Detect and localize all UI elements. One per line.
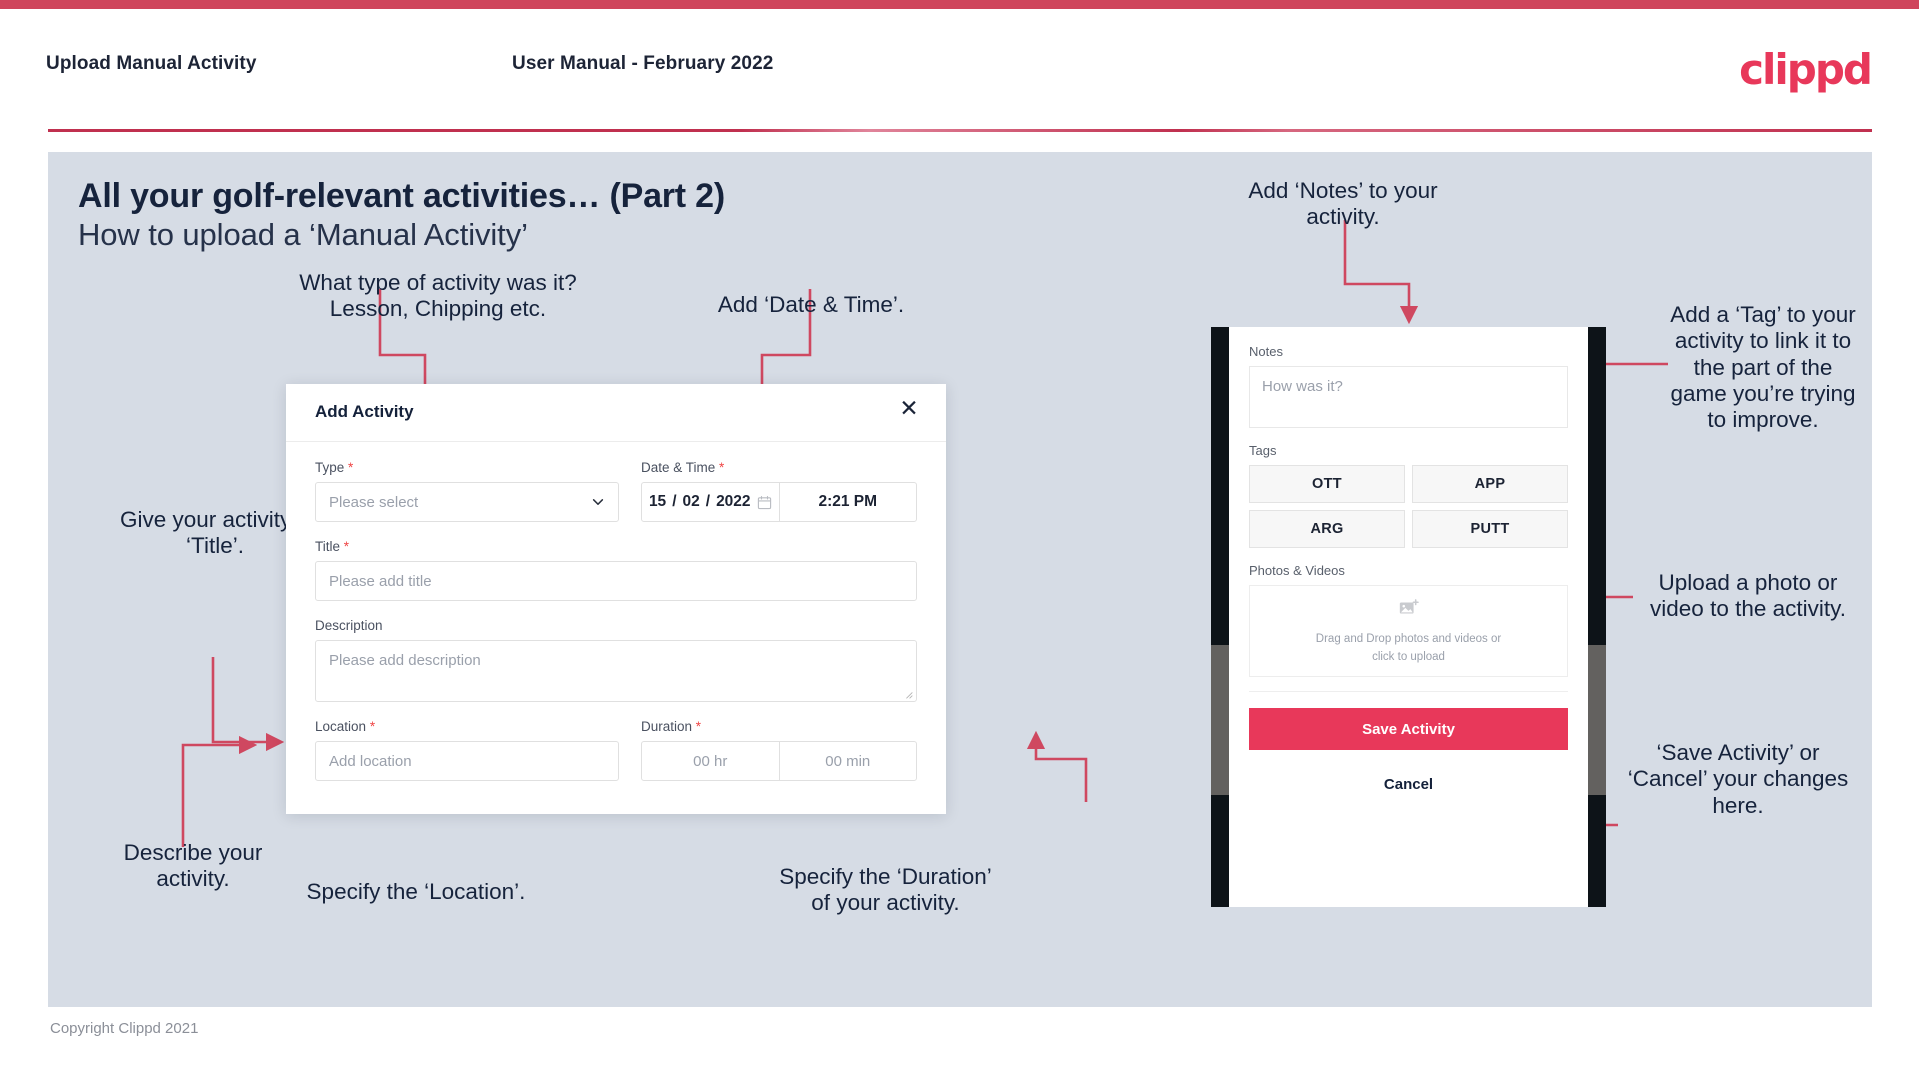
annotation-upload: Upload a photo or video to the activity.	[1650, 570, 1846, 622]
location-input[interactable]: Add location	[315, 741, 619, 781]
label-datetime: Date & Time *	[641, 460, 917, 475]
add-activity-modal: Add Activity ✕ Type * Please select Date…	[286, 384, 946, 814]
title-input[interactable]: Please add title	[315, 561, 917, 601]
phone-mockup: Notes How was it? Tags OTT APP ARG PUTT …	[1211, 327, 1606, 907]
required-marker: *	[695, 719, 702, 734]
time-input[interactable]: 2:21 PM	[780, 483, 917, 521]
annotation-tags: Add a ‘Tag’ to your activity to link it …	[1670, 302, 1856, 433]
calendar-icon[interactable]	[757, 495, 772, 510]
chevron-down-icon	[591, 495, 605, 509]
phone-side-button-right	[1588, 645, 1606, 795]
slide-body-panel: All your golf-relevant activities… (Part…	[48, 152, 1872, 1007]
phone-screen: Notes How was it? Tags OTT APP ARG PUTT …	[1229, 327, 1588, 907]
drop-zone-text-line1: Drag and Drop photos and videos or	[1315, 632, 1502, 645]
duration-input-group: 00 hr 00 min	[641, 741, 917, 781]
location-input-placeholder: Add location	[329, 752, 412, 770]
type-select-placeholder: Please select	[329, 493, 419, 511]
label-location: Location *	[315, 719, 619, 734]
field-location: Location * Add location	[315, 719, 619, 781]
phone-notes-placeholder: How was it?	[1262, 378, 1343, 395]
field-title: Title * Please add title	[315, 539, 917, 601]
tag-button-ott[interactable]: OTT	[1249, 465, 1405, 503]
required-marker: *	[348, 460, 354, 475]
date-month: 02	[682, 493, 700, 510]
phone-notes-label: Notes	[1249, 344, 1283, 359]
tag-button-putt[interactable]: PUTT	[1412, 510, 1568, 548]
label-duration-text: Duration	[641, 719, 693, 734]
annotation-datetime: Add ‘Date & Time’.	[717, 292, 905, 317]
phone-tags-grid: OTT APP ARG PUTT	[1249, 465, 1568, 548]
field-duration: Duration * 00 hr 00 min	[641, 719, 917, 781]
date-year: 2022	[716, 493, 751, 510]
required-marker: *	[343, 539, 350, 554]
required-marker: *	[719, 460, 725, 475]
page-header: Upload Manual Activity User Manual - Feb…	[0, 9, 1919, 132]
page-subtitle: How to upload a ‘Manual Activity’	[78, 217, 528, 252]
annotation-save: ‘Save Activity’ or ‘Cancel’ your changes…	[1627, 740, 1849, 818]
description-textarea[interactable]: Please add description	[315, 640, 917, 702]
date-input[interactable]: 15 / 02 / 2022	[642, 483, 779, 521]
phone-notes-input[interactable]: How was it?	[1249, 366, 1568, 428]
type-select[interactable]: Please select	[315, 482, 619, 522]
photo-drop-zone[interactable]: Drag and Drop photos and videos or click…	[1249, 585, 1568, 677]
footer-copyright: Copyright Clippd 2021	[50, 1020, 199, 1037]
label-type: Type *	[315, 460, 619, 475]
phone-left-edge	[1211, 327, 1229, 907]
header-left-title: Upload Manual Activity	[46, 53, 257, 74]
close-icon[interactable]: ✕	[894, 394, 924, 424]
modal-body: Type * Please select Date & Time * 15 / …	[286, 442, 946, 798]
field-datetime: Date & Time * 15 / 02 / 2022 2:21 PM	[641, 460, 917, 522]
label-type-text: Type	[315, 460, 345, 475]
modal-title: Add Activity	[315, 402, 414, 421]
form-row-location-duration: Location * Add location Duration * 00 hr	[315, 719, 917, 798]
phone-divider	[1249, 691, 1568, 692]
label-title-text: Title	[315, 539, 341, 554]
cancel-button[interactable]: Cancel	[1249, 776, 1568, 793]
datetime-input-group: 15 / 02 / 2022 2:21 PM	[641, 482, 917, 522]
date-separator-1: /	[672, 493, 677, 510]
save-activity-button[interactable]: Save Activity	[1249, 708, 1568, 750]
phone-photos-label: Photos & Videos	[1249, 563, 1345, 578]
description-placeholder: Please add description	[329, 652, 481, 669]
clippd-logo: clippd	[1739, 45, 1873, 94]
label-datetime-text: Date & Time	[641, 460, 716, 475]
label-description-text: Description	[315, 618, 383, 633]
duration-hours-input[interactable]: 00 hr	[642, 742, 779, 780]
annotation-description: Describe your activity.	[123, 840, 263, 892]
duration-minutes-input[interactable]: 00 min	[780, 742, 917, 780]
required-marker: *	[369, 719, 376, 734]
header-divider	[48, 129, 1872, 132]
label-duration: Duration *	[641, 719, 917, 734]
phone-right-edge	[1588, 327, 1606, 907]
label-title: Title *	[315, 539, 917, 554]
header-center-title: User Manual - February 2022	[512, 53, 774, 74]
phone-content: Notes How was it? Tags OTT APP ARG PUTT …	[1229, 327, 1588, 793]
date-separator-2: /	[705, 493, 711, 510]
annotation-type: What type of activity was it? Lesson, Ch…	[299, 270, 577, 322]
annotation-location: Specify the ‘Location’.	[306, 879, 526, 904]
field-description: Description Please add description	[315, 618, 917, 702]
top-accent-bar	[0, 0, 1919, 9]
annotation-duration: Specify the ‘Duration’ of your activity.	[779, 864, 992, 916]
phone-tags-label: Tags	[1249, 443, 1277, 458]
tag-button-app[interactable]: APP	[1412, 465, 1568, 503]
field-type: Type * Please select	[315, 460, 619, 522]
label-location-text: Location	[315, 719, 367, 734]
tag-button-arg[interactable]: ARG	[1249, 510, 1405, 548]
phone-side-button-left	[1211, 645, 1229, 795]
page-title: All your golf-relevant activities… (Part…	[78, 177, 726, 215]
form-row-type-datetime: Type * Please select Date & Time * 15 / …	[315, 460, 917, 539]
title-input-placeholder: Please add title	[329, 572, 432, 590]
annotation-notes: Add ‘Notes’ to your activity.	[1248, 178, 1438, 230]
label-description: Description	[315, 618, 917, 633]
modal-header: Add Activity ✕	[286, 384, 946, 442]
add-image-icon	[1398, 597, 1420, 624]
date-day: 15	[648, 493, 667, 510]
drop-zone-text-line2: click to upload	[1372, 650, 1445, 663]
resize-handle-icon[interactable]	[904, 690, 913, 699]
